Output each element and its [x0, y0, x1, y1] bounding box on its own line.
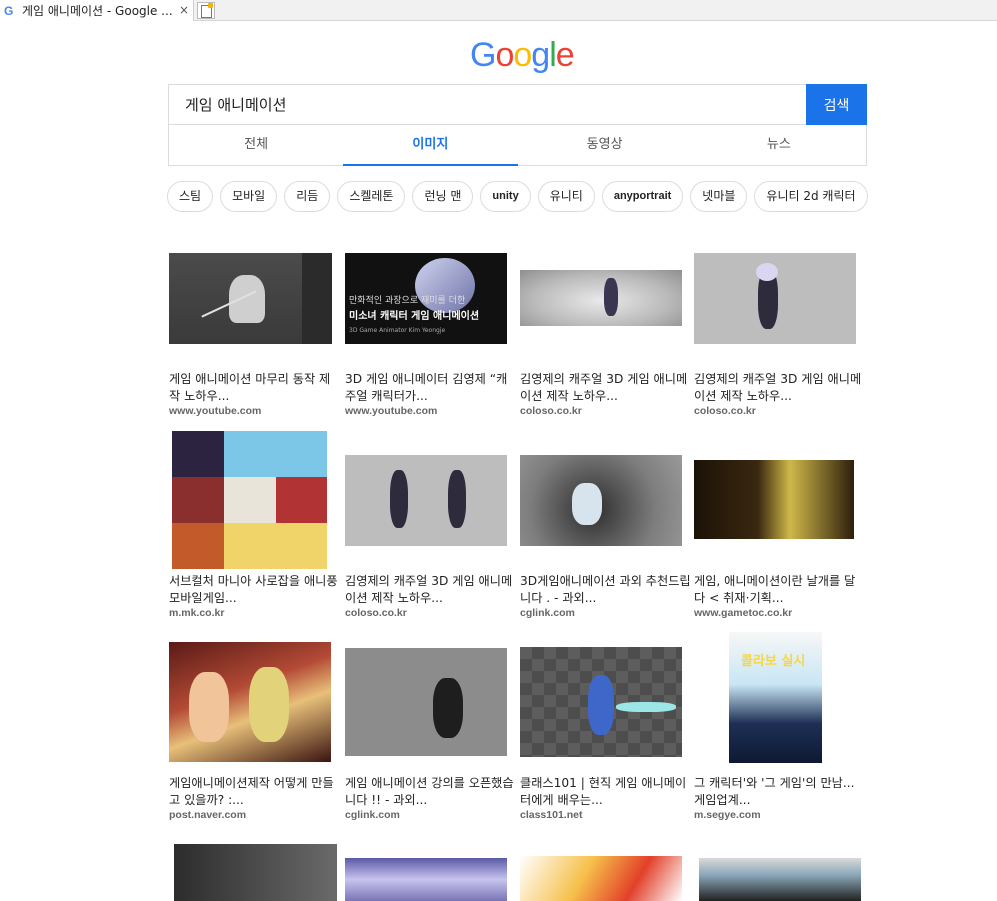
- browser-tab[interactable]: G 게임 애니메이션 - Google ... ×: [0, 0, 194, 21]
- result-image[interactable]: [520, 455, 682, 546]
- result-source: m.segye.com: [694, 809, 761, 821]
- result-source: cglink.com: [345, 809, 400, 821]
- logo-letter: e: [555, 36, 575, 74]
- logo-letter: G: [470, 36, 496, 74]
- result-source: coloso.co.kr: [345, 607, 407, 619]
- result-title[interactable]: 게임 애니메이션 강의를 오픈했습니다 !! - 과외...: [345, 775, 517, 809]
- new-tab-icon[interactable]: [197, 2, 215, 19]
- search-type-tabs: 전체 이미지 동영상 뉴스: [168, 125, 867, 166]
- result-source: class101.net: [520, 809, 583, 821]
- result-title[interactable]: 게임, 애니메이션이란 날개를 달다 < 취재·기획...: [694, 573, 866, 607]
- tab-images[interactable]: 이미지: [343, 125, 518, 166]
- thumb-caption-line3: 3D Game Animator Kim Yeongje: [349, 327, 446, 334]
- result-title[interactable]: 게임애니메이션제작 어떻게 만들고 있을까? :...: [169, 775, 341, 809]
- result-image[interactable]: [169, 253, 332, 344]
- close-tab-icon[interactable]: ×: [179, 3, 189, 17]
- result-image[interactable]: [520, 856, 682, 901]
- chip-anyportrait[interactable]: anyportrait: [601, 181, 684, 212]
- result-image[interactable]: 만화적인 과장으로 재미를 더한 미소녀 캐릭터 게임 애니메이션 3D Gam…: [345, 253, 507, 344]
- google-logo[interactable]: Google: [470, 36, 575, 75]
- result-title[interactable]: 김영제의 캐주얼 3D 게임 애니메이션 제작 노하우...: [345, 573, 517, 607]
- result-image[interactable]: [694, 460, 854, 539]
- chip-unity-en[interactable]: unity: [480, 181, 531, 212]
- result-image[interactable]: [169, 642, 331, 762]
- result-image[interactable]: [172, 431, 327, 569]
- chip-skeleton[interactable]: 스켈레톤: [337, 181, 406, 212]
- result-title[interactable]: 서브컬처 마니아 사로잡을 애니풍 모바일게임...: [169, 573, 341, 607]
- chip-unity-2d-character[interactable]: 유니티 2d 캐릭터: [754, 181, 868, 212]
- tab-news[interactable]: 뉴스: [692, 125, 866, 165]
- result-image[interactable]: [520, 647, 682, 757]
- result-source: cglink.com: [520, 607, 575, 619]
- result-source: www.youtube.com: [345, 405, 438, 417]
- related-search-chips: 스팀 모바일 리듬 스켈레톤 런닝 맨 unity 유니티 anyportrai…: [167, 181, 875, 212]
- chip-rhythm[interactable]: 리듬: [284, 181, 331, 212]
- logo-letter: o: [513, 36, 532, 74]
- result-image[interactable]: [345, 648, 507, 756]
- result-source: www.youtube.com: [169, 405, 262, 417]
- result-title[interactable]: 그 캐릭터'와 '그 게임'의 만남... 게임업계...: [694, 775, 866, 809]
- search-box: 검색: [168, 84, 867, 125]
- thumb-caption-line2: 미소녀 캐릭터 게임 애니메이션: [349, 311, 480, 322]
- result-title[interactable]: 김영제의 캐주얼 3D 게임 애니메이션 제작 노하우...: [520, 371, 692, 405]
- search-input[interactable]: [185, 85, 805, 124]
- result-title[interactable]: 게임 애니메이션 마무리 동작 제작 노하우...: [169, 371, 341, 405]
- thumb-caption-line1: 만화적인 과장으로 재미를 더한: [349, 296, 466, 306]
- chip-running-man[interactable]: 런닝 맨: [412, 181, 474, 212]
- chip-steam[interactable]: 스팀: [167, 181, 214, 212]
- result-image[interactable]: [345, 455, 507, 546]
- result-source: coloso.co.kr: [520, 405, 582, 417]
- thumb-banner-text: 콜라보 실시: [741, 654, 806, 669]
- logo-letter: g: [531, 36, 550, 74]
- result-source: coloso.co.kr: [694, 405, 756, 417]
- chip-mobile[interactable]: 모바일: [220, 181, 278, 212]
- tab-videos[interactable]: 동영상: [518, 125, 692, 165]
- result-source: m.mk.co.kr: [169, 607, 225, 619]
- result-title[interactable]: 김영제의 캐주얼 3D 게임 애니메이션 제작 노하우...: [694, 371, 866, 405]
- result-image[interactable]: [345, 858, 507, 901]
- browser-tab-title: 게임 애니메이션 - Google ...: [22, 4, 172, 18]
- result-source: post.naver.com: [169, 809, 247, 821]
- search-button[interactable]: 검색: [806, 84, 867, 125]
- result-title[interactable]: 3D게임애니메이션 과외 추천드립니다 . - 과외...: [520, 573, 692, 607]
- result-title[interactable]: 3D 게임 애니메이터 김영제 “캐주얼 캐릭터가...: [345, 371, 517, 405]
- result-image[interactable]: [694, 253, 856, 344]
- result-image[interactable]: [699, 858, 861, 901]
- result-image[interactable]: [520, 270, 682, 326]
- chip-netmarble[interactable]: 넷마블: [690, 181, 748, 212]
- chip-unity-ko[interactable]: 유니티: [537, 181, 595, 212]
- google-favicon-icon: G: [4, 3, 14, 18]
- result-image[interactable]: 콜라보 실시: [729, 632, 822, 763]
- result-image[interactable]: [174, 844, 337, 901]
- logo-letter: o: [495, 36, 514, 74]
- result-source: www.gametoc.co.kr: [694, 607, 793, 619]
- tab-all[interactable]: 전체: [169, 125, 343, 165]
- browser-tab-strip: G 게임 애니메이션 - Google ... ×: [0, 0, 997, 21]
- result-title[interactable]: 클래스101 | 현직 게임 애니메이터에게 배우는...: [520, 775, 692, 809]
